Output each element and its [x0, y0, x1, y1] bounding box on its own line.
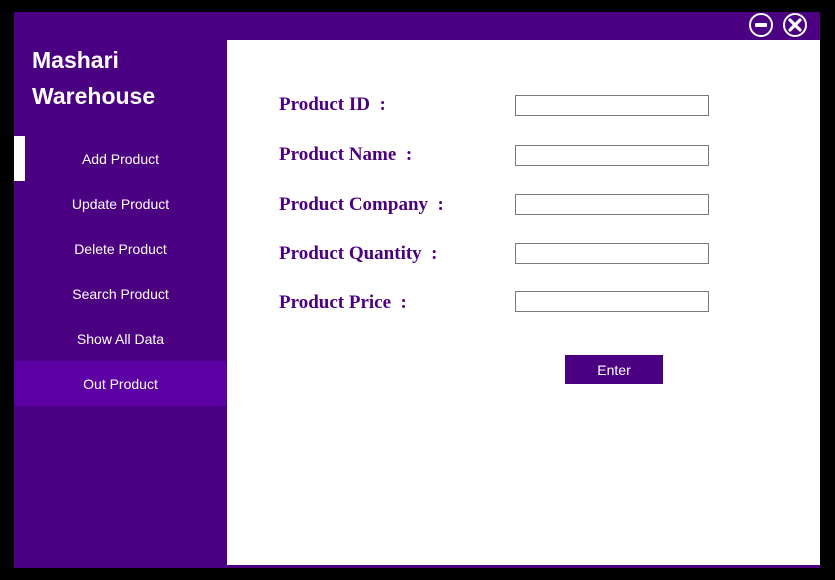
sidebar-item-label: Update Product	[71, 195, 170, 212]
close-circle-icon	[788, 18, 802, 32]
sidebar-item-label: Search Product	[72, 285, 169, 302]
product-id-input[interactable]	[515, 95, 709, 116]
sidebar: Mashari Warehouse Add Product Update Pro…	[14, 12, 227, 568]
sidebar-item-delete-product[interactable]: Delete Product	[14, 226, 227, 271]
product-quantity-input[interactable]	[515, 243, 709, 264]
sidebar-item-show-all-data[interactable]: Show All Data	[14, 316, 227, 361]
sidebar-item-label: Delete Product	[74, 240, 167, 257]
product-quantity-label: Product Quantity :	[279, 243, 438, 264]
product-name-label: Product Name :	[279, 144, 413, 165]
sidebar-item-update-product[interactable]: Update Product	[14, 181, 227, 226]
sidebar-item-label: Out Product	[83, 375, 158, 392]
app-title: Mashari Warehouse	[32, 42, 155, 114]
product-name-input[interactable]	[515, 145, 709, 166]
minimize-button[interactable]	[749, 13, 773, 37]
minimize-circle-icon	[755, 23, 767, 27]
enter-button[interactable]: Enter	[565, 355, 663, 384]
sidebar-item-label: Add Product	[81, 150, 160, 167]
sidebar-item-label: Show All Data	[76, 330, 165, 347]
app-window: Mashari Warehouse Add Product Update Pro…	[14, 12, 820, 568]
sidebar-item-add-product[interactable]: Add Product	[14, 136, 227, 181]
close-button[interactable]	[783, 13, 807, 37]
product-company-label: Product Company :	[279, 194, 444, 215]
app-title-line1: Mashari	[32, 47, 119, 73]
sidebar-item-out-product[interactable]: Out Product	[14, 361, 227, 406]
product-price-input[interactable]	[515, 291, 709, 312]
product-id-label: Product ID :	[279, 94, 386, 115]
form-panel: Product ID : Product Name : Product Comp…	[227, 40, 820, 565]
product-company-input[interactable]	[515, 194, 709, 215]
sidebar-item-search-product[interactable]: Search Product	[14, 271, 227, 316]
product-price-label: Product Price :	[279, 292, 407, 313]
app-title-line2: Warehouse	[32, 83, 156, 109]
